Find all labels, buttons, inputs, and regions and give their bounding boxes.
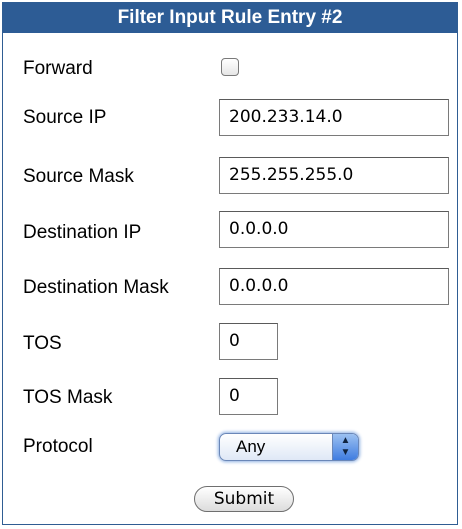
tos-label: TOS [23,333,62,354]
destination-mask-label: Destination Mask [23,277,169,298]
protocol-label: Protocol [23,436,93,457]
tos-mask-input[interactable]: 0 [219,378,278,415]
tos-mask-label: TOS Mask [23,387,113,408]
filter-rule-panel: Filter Input Rule Entry #2 Forward Sourc… [2,2,458,525]
panel-title: Filter Input Rule Entry #2 [3,3,457,33]
tos-input[interactable]: 0 [219,323,278,360]
destination-ip-label: Destination IP [23,222,142,243]
source-mask-input[interactable]: 255.255.255.0 [219,157,449,194]
forward-label: Forward [23,58,93,79]
destination-mask-input[interactable]: 0.0.0.0 [219,268,449,305]
protocol-selected-value: Any [236,437,266,456]
source-mask-label: Source Mask [23,166,134,187]
submit-button[interactable]: Submit [194,486,294,512]
destination-ip-input[interactable]: 0.0.0.0 [219,211,449,248]
updown-arrows-icon: ▲ ▼ [332,434,358,460]
source-ip-label: Source IP [23,107,107,128]
source-ip-input[interactable]: 200.233.14.0 [219,99,449,136]
protocol-select[interactable]: Any ▲ ▼ [219,433,359,461]
forward-checkbox[interactable] [221,58,239,76]
